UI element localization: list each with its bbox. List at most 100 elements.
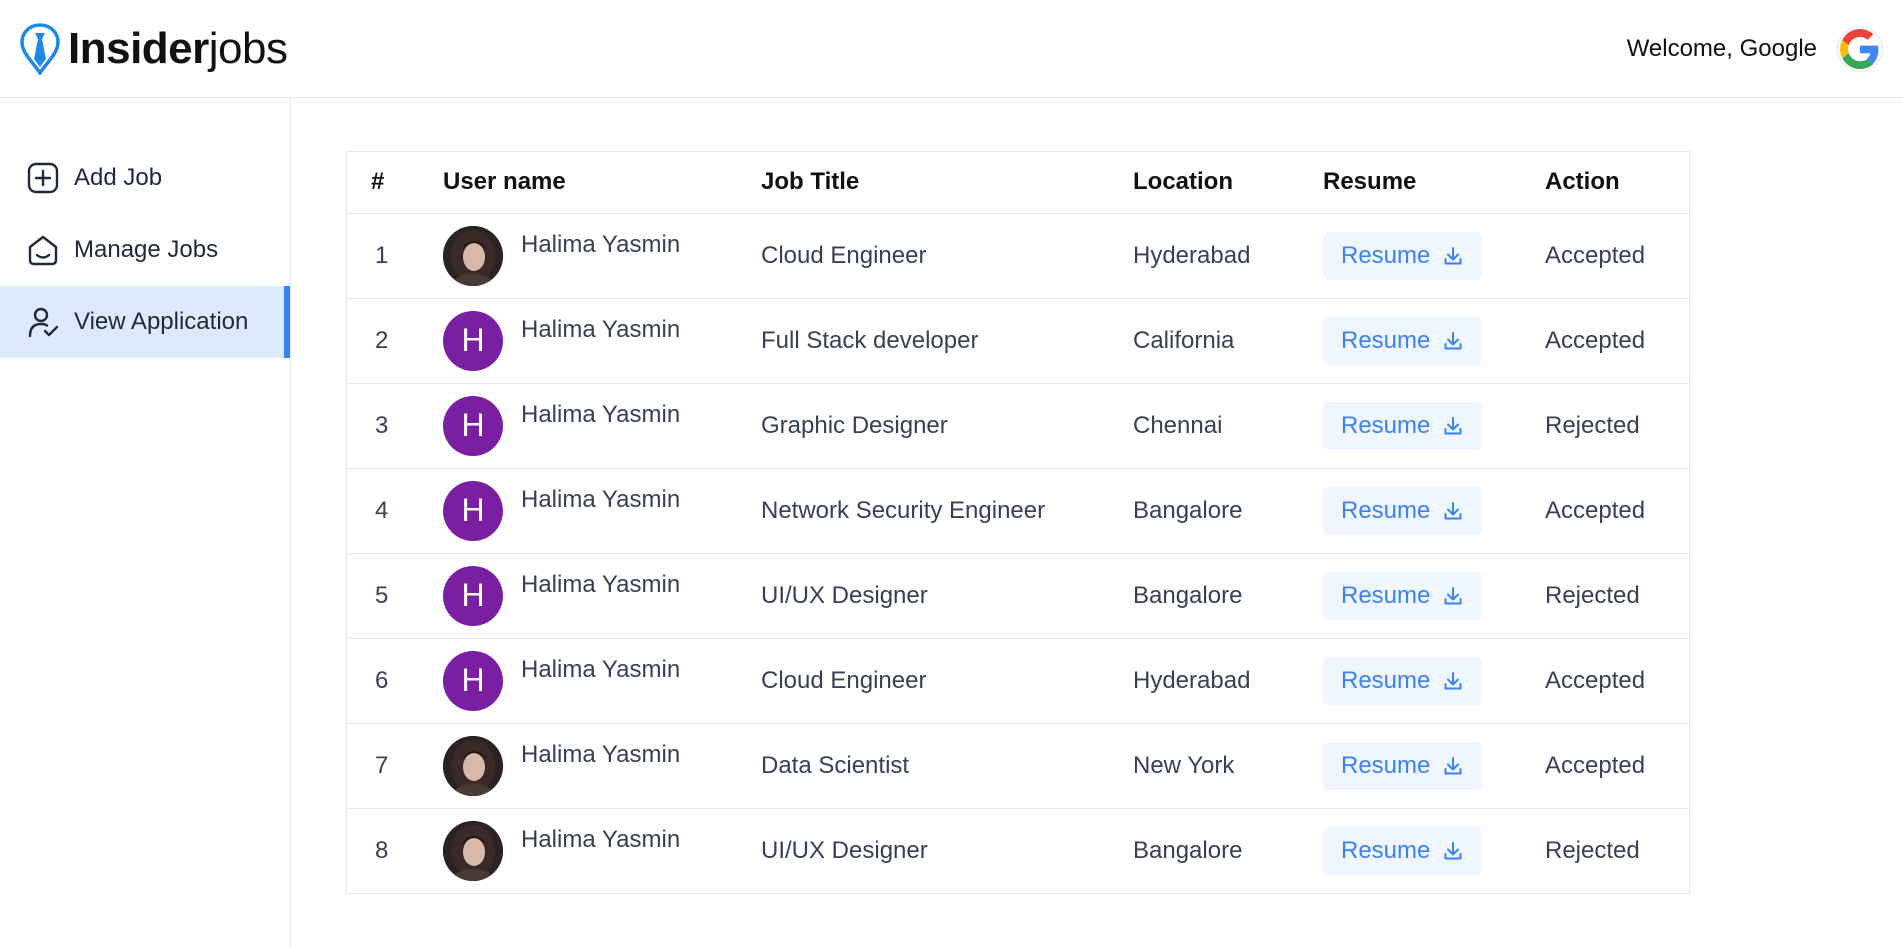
table-row: 8 Halima Yasmin UI/UX Designer Bangalore Res… (347, 808, 1689, 893)
resume-cell: Resume (1323, 553, 1545, 639)
table-body: 1 Halima Yasmin Cloud Engineer Hyderabad Res… (347, 213, 1689, 893)
user-cell: H Halima Yasmin (443, 553, 761, 639)
sidebar-item-label: Manage Jobs (74, 236, 219, 263)
user-cell: H Halima Yasmin (443, 298, 761, 384)
avatar (443, 225, 503, 286)
person-check-icon (28, 307, 59, 338)
user-cell: H Halima Yasmin (443, 468, 761, 554)
resume-label: Resume (1341, 496, 1431, 524)
application-status: Rejected (1545, 553, 1689, 639)
sidebar-item-add-job[interactable]: Add Job (0, 142, 290, 214)
welcome-text: Welcome, Google (1626, 34, 1817, 62)
avatar: H (443, 480, 503, 541)
applications-table: # User name Job Title Location Resume Ac… (346, 151, 1690, 894)
resume-cell: Resume (1323, 468, 1545, 554)
application-status: Accepted (1545, 638, 1689, 724)
location: Bangalore (1133, 553, 1323, 639)
user-cell: H Halima Yasmin (443, 638, 761, 724)
home-icon (28, 235, 58, 266)
user-cell: Halima Yasmin (443, 213, 761, 299)
user-name: Halima Yasmin (521, 400, 681, 428)
application-status: Accepted (1545, 213, 1689, 299)
download-icon (1444, 671, 1462, 689)
logo[interactable]: Insiderjobs (20, 22, 288, 75)
table-header-row: # User name Job Title Location Resume Ac… (347, 152, 1689, 214)
resume-label: Resume (1341, 581, 1431, 609)
add-square-icon (27, 162, 59, 194)
resume-label: Resume (1341, 836, 1431, 864)
user-name: Halima Yasmin (521, 655, 681, 683)
user-name: Halima Yasmin (521, 485, 681, 513)
location: New York (1133, 723, 1323, 809)
download-icon (1444, 416, 1462, 434)
user-photo (443, 820, 503, 881)
table-row: 1 Halima Yasmin Cloud Engineer Hyderabad Res… (347, 213, 1689, 299)
resume-label: Resume (1341, 411, 1431, 439)
sidebar-item-view-application[interactable]: View Application (0, 286, 290, 358)
logo-text-light: jobs (208, 23, 288, 73)
job-title: Full Stack developer (761, 298, 1133, 384)
row-number: 8 (375, 836, 389, 864)
table-row: 6 H Halima Yasmin Cloud Engineer Hyderabad Re… (347, 638, 1689, 724)
job-title: Network Security Engineer (761, 468, 1133, 554)
resume-download-button[interactable]: Resume (1323, 741, 1483, 790)
location: Hyderabad (1133, 638, 1323, 724)
column-header-location: Location (1133, 152, 1323, 214)
job-title: Graphic Designer (761, 383, 1133, 469)
resume-download-button[interactable]: Resume (1323, 231, 1483, 280)
logo-text: Insiderjobs (68, 23, 288, 73)
resume-label: Resume (1341, 241, 1431, 269)
user-name: Halima Yasmin (521, 570, 681, 598)
avatar (443, 820, 503, 881)
logo-icon (20, 22, 60, 75)
user-name: Halima Yasmin (521, 315, 681, 343)
table-row: 4 H Halima Yasmin Network Security Engineer… (347, 468, 1689, 554)
resume-label: Resume (1341, 751, 1431, 779)
sidebar-item-manage-jobs[interactable]: Manage Jobs (0, 214, 290, 286)
download-icon (1444, 841, 1462, 860)
job-title: Cloud Engineer (761, 213, 1133, 299)
avatar: H (443, 565, 503, 626)
sidebar-item-label: Add Job (74, 164, 163, 191)
location: Bangalore (1133, 468, 1323, 554)
user-cell: Halima Yasmin (443, 808, 761, 893)
row-number: 1 (347, 213, 443, 299)
column-header-number: # (347, 152, 443, 214)
download-icon (1444, 246, 1462, 264)
avatar (443, 735, 503, 796)
job-title: UI/UX Designer (761, 836, 928, 864)
resume-label: Resume (1341, 666, 1431, 694)
column-header-resume: Resume (1323, 152, 1545, 214)
user-name: Halima Yasmin (521, 230, 681, 258)
job-title: Data Scientist (761, 723, 1133, 809)
location: Bangalore (1133, 836, 1243, 864)
job-title: UI/UX Designer (761, 553, 1133, 639)
row-number: 3 (347, 383, 443, 469)
resume-download-button[interactable]: Resume (1323, 486, 1483, 535)
user-name: Halima Yasmin (521, 825, 681, 853)
location: Chennai (1133, 383, 1323, 469)
column-header-job-title: Job Title (761, 152, 1133, 214)
table-row: 5 H Halima Yasmin UI/UX Designer Bangalore Re… (347, 553, 1689, 639)
user-name: Halima Yasmin (521, 740, 681, 768)
user-avatar[interactable] (1837, 25, 1883, 72)
application-status: Accepted (1545, 298, 1689, 384)
resume-download-button[interactable]: Resume (1323, 656, 1483, 705)
row-number: 4 (347, 468, 443, 554)
resume-download-button[interactable]: Resume (1323, 571, 1483, 620)
resume-cell: Resume (1323, 383, 1545, 469)
resume-download-button[interactable]: Resume (1323, 316, 1483, 365)
download-icon (1444, 501, 1462, 519)
column-header-user-name: User name (443, 152, 761, 214)
user-photo (443, 225, 503, 286)
resume-cell: Resume (1323, 638, 1545, 724)
user-area: Welcome, Google (1626, 25, 1883, 72)
row-number: 5 (347, 553, 443, 639)
user-cell: Halima Yasmin (443, 723, 761, 809)
user-photo (443, 735, 503, 796)
row-number: 2 (347, 298, 443, 384)
avatar: H (443, 395, 503, 456)
resume-download-button[interactable]: Resume (1323, 401, 1483, 450)
resume-download-button[interactable]: Resume (1323, 826, 1483, 875)
application-status: Accepted (1545, 468, 1689, 554)
